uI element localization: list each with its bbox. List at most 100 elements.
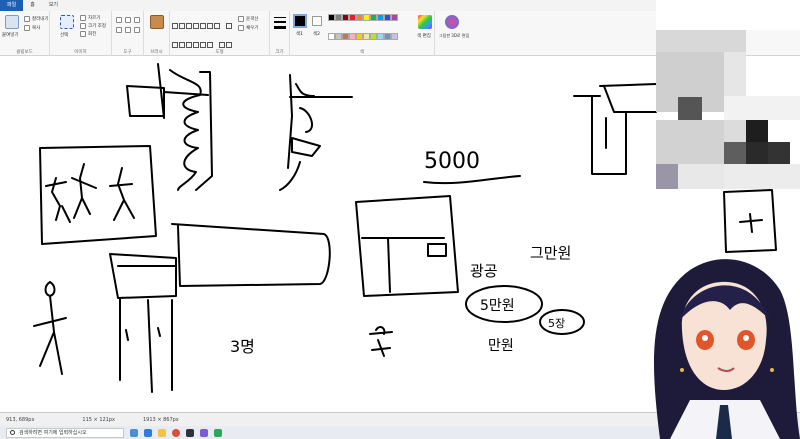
pixelated-overlay	[656, 0, 800, 189]
shapes-label: 도형	[215, 50, 224, 55]
fill-shape-icon	[238, 25, 244, 31]
canvas-text-5manwon: 5만원	[480, 298, 515, 314]
palette-swatch[interactable]	[335, 33, 342, 40]
crop-button[interactable]: 자르기	[80, 15, 100, 21]
palette-swatch[interactable]	[349, 33, 356, 40]
palette-swatch[interactable]	[328, 14, 335, 21]
palette-swatch[interactable]	[377, 14, 384, 21]
sketch-stick-figure	[33, 281, 67, 375]
tab-view[interactable]: 보기	[42, 0, 65, 11]
sketch-building	[355, 195, 459, 297]
copy-icon	[24, 25, 30, 31]
resize-icon	[80, 23, 86, 29]
magnifier-icon[interactable]	[134, 27, 140, 33]
paste-button[interactable]: 붙여넣기	[2, 32, 19, 38]
shape-gallery[interactable]	[172, 15, 236, 67]
chrome-icon[interactable]	[172, 428, 180, 437]
palette-swatch[interactable]	[342, 33, 349, 40]
search-icon	[10, 430, 15, 435]
color1-swatch[interactable]	[293, 14, 307, 28]
rotate-icon	[80, 31, 86, 37]
resize-button[interactable]: 크기 조정	[80, 23, 106, 29]
streamer-avatar	[653, 259, 800, 439]
search-placeholder: 검색하려면 여기에 입력하십시오	[19, 430, 87, 436]
app2-icon[interactable]	[200, 428, 208, 437]
size-label: 크기	[275, 50, 284, 55]
color2-swatch[interactable]	[312, 16, 322, 26]
paint3d-button[interactable]: 그림판 3D로 편집	[439, 33, 469, 39]
text-icon[interactable]	[134, 17, 140, 23]
brush-icon[interactable]	[150, 15, 164, 29]
palette-swatch[interactable]	[328, 33, 335, 40]
sketch-pipe	[573, 83, 657, 175]
size-line-icon[interactable]	[274, 17, 286, 18]
clipboard-group: 붙여넣기 잘라내기 복사 클립보드	[0, 11, 50, 56]
tab-file[interactable]: 파일	[0, 0, 24, 11]
palette-swatch[interactable]	[335, 14, 342, 21]
fill-icon[interactable]	[125, 17, 131, 23]
canvas-text-geumanwon: 그만원	[530, 244, 571, 262]
cursor-position: 913, 689px	[6, 416, 35, 423]
paint3d-icon[interactable]	[445, 15, 459, 29]
brushes-label: 브러시	[150, 50, 163, 55]
paint3d-group: 그림판 3D로 편집	[435, 11, 470, 56]
tab-home[interactable]: 홈	[23, 0, 42, 11]
palette-swatch[interactable]	[356, 14, 363, 21]
canvas-size: 1913 × 867px	[143, 416, 179, 423]
sketch-frame-people	[39, 145, 157, 245]
palette-swatch[interactable]	[370, 33, 377, 40]
app3-icon[interactable]	[214, 428, 222, 437]
palette-swatch[interactable]	[363, 14, 370, 21]
rotate-button[interactable]: 회전	[80, 31, 96, 37]
palette-swatch[interactable]	[370, 14, 377, 21]
canvas-text-gwanggong: 광공	[470, 262, 498, 280]
shapes-group: 윤곽선 채우기 도형	[170, 11, 270, 67]
selection-size: 115 × 121px	[82, 416, 115, 423]
color-palette[interactable]	[328, 14, 420, 52]
sketch-bar	[171, 223, 331, 287]
color2-label: 색2	[313, 32, 321, 37]
tools-label: 도구	[123, 50, 132, 55]
paint-window: 파일 홈 보기 붙여넣기 잘라내기 복사 클립보드 선택 자르기 크기 조정 회…	[0, 0, 800, 439]
palette-swatch[interactable]	[391, 33, 398, 40]
edit-colors-icon[interactable]	[418, 15, 432, 29]
colors-label: 색	[359, 50, 365, 55]
app-icon[interactable]	[186, 428, 194, 437]
task-view-icon[interactable]	[130, 428, 138, 437]
palette-swatch[interactable]	[342, 14, 349, 21]
sketch-small-figure	[369, 326, 393, 357]
scissors-icon	[24, 16, 30, 22]
clipboard-label: 클립보드	[16, 50, 33, 55]
explorer-icon[interactable]	[158, 428, 166, 437]
eraser-icon[interactable]	[116, 27, 122, 33]
edge-icon[interactable]	[144, 428, 152, 437]
outline-button[interactable]: 윤곽선	[238, 16, 258, 22]
palette-swatch[interactable]	[363, 33, 370, 40]
canvas-text-5jang: 5장	[548, 317, 565, 330]
palette-swatch[interactable]	[391, 14, 398, 21]
canvas-text-manwon: 만원	[488, 338, 514, 354]
palette-swatch[interactable]	[377, 33, 384, 40]
palette-swatch[interactable]	[349, 14, 356, 21]
brushes-group: 브러시	[144, 11, 170, 56]
select-button[interactable]: 선택	[60, 32, 68, 38]
palette-swatch[interactable]	[384, 14, 391, 21]
copy-button[interactable]: 복사	[24, 25, 40, 31]
paste-icon[interactable]	[5, 15, 19, 29]
fill-button[interactable]: 채우기	[238, 25, 258, 31]
sketch-stair-left	[126, 63, 213, 191]
color-picker-icon[interactable]	[125, 27, 131, 33]
outline-icon	[238, 16, 244, 22]
select-icon[interactable]	[60, 15, 74, 29]
tools-group: 도구	[112, 11, 144, 56]
palette-swatch[interactable]	[384, 33, 391, 40]
image-group: 선택 자르기 크기 조정 회전 이미지	[50, 11, 112, 56]
palette-swatch[interactable]	[356, 33, 363, 40]
cut-button[interactable]: 잘라내기	[24, 16, 49, 22]
edit-colors-button[interactable]: 색 편집	[417, 33, 431, 39]
color1-label: 색1	[296, 32, 304, 37]
taskbar-search[interactable]: 검색하려면 여기에 입력하십시오	[6, 427, 124, 438]
sketch-5000-underline	[423, 175, 521, 185]
pencil-icon[interactable]	[116, 17, 122, 23]
size-group: 크기	[270, 11, 290, 56]
